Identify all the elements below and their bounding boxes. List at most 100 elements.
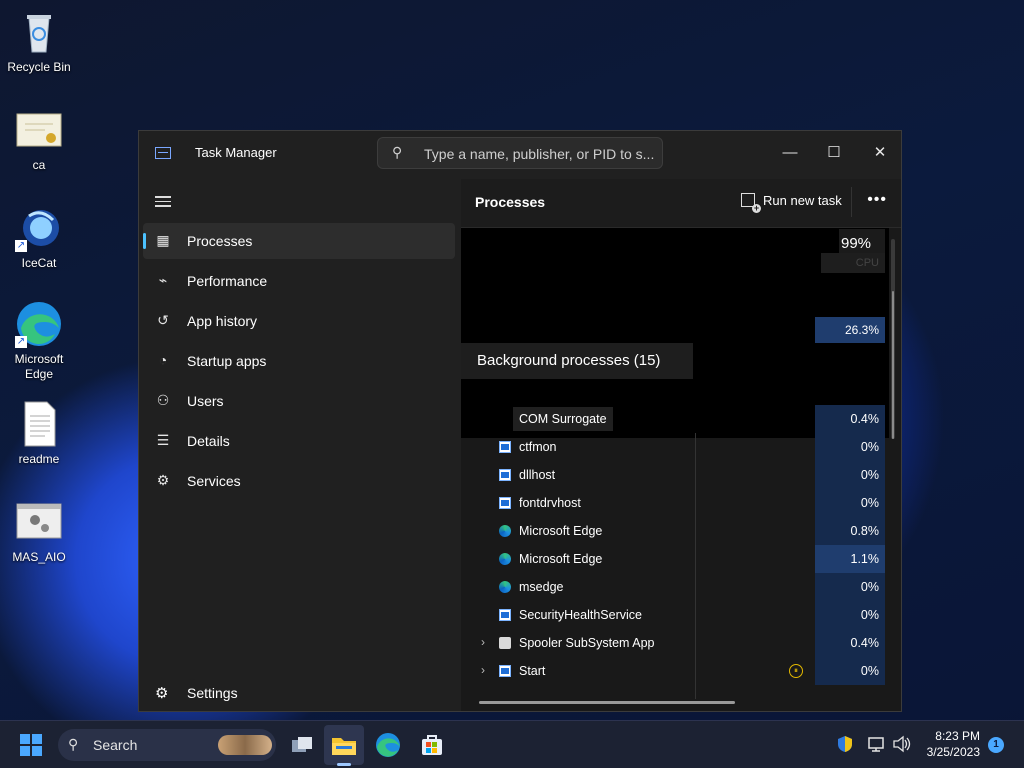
gear-icon: ⚙	[155, 685, 169, 702]
nav-item-label: App history	[187, 313, 258, 329]
hamburger-menu-icon[interactable]	[155, 193, 171, 210]
network-icon[interactable]	[868, 735, 886, 757]
chevron-right-icon[interactable]: ›	[481, 663, 485, 677]
process-name: ctfmon	[519, 440, 557, 454]
process-name: COM Surrogate	[513, 407, 613, 431]
table-row[interactable]: Microsoft Edge 0.8%	[461, 517, 889, 545]
active-app-indicator	[337, 763, 351, 766]
recycle-bin-icon	[15, 8, 63, 56]
history-icon: ↺	[157, 312, 169, 328]
security-shield-icon[interactable]	[836, 735, 854, 757]
file-explorer-icon[interactable]	[330, 731, 358, 759]
window-app-icon	[499, 665, 511, 677]
window-app-icon	[499, 469, 511, 481]
nav-item-label: Startup apps	[187, 353, 267, 369]
chevron-right-icon[interactable]: ›	[481, 635, 485, 649]
desktop-icon-ca[interactable]: ca	[6, 106, 72, 173]
table-row[interactable]: SecurityHealthService 0%	[461, 601, 889, 629]
table-row[interactable]: › Spooler SubSystem App 0.4%	[461, 629, 889, 657]
printer-icon	[499, 637, 511, 649]
taskbar-search[interactable]: ⚲ Search	[58, 729, 276, 761]
title-bar[interactable]: Task Manager ⚲ Type a name, publisher, o…	[139, 131, 901, 177]
edge-icon	[499, 581, 511, 593]
table-row[interactable]: › Start ⏸ 0%	[461, 657, 889, 685]
nav-item-details[interactable]: ☰ Details	[143, 423, 455, 459]
table-row[interactable]: ctfmon 0%	[461, 433, 889, 461]
nav-item-label: Processes	[187, 233, 253, 249]
edge-icon: ↗	[15, 300, 63, 348]
nav-item-processes[interactable]: ▦ Processes	[143, 223, 455, 259]
process-name: Start	[519, 664, 546, 678]
pane-header: Processes Run new task •••	[461, 179, 901, 228]
process-name: Microsoft Edge	[519, 552, 603, 566]
cpu-cell: 0.8%	[815, 517, 885, 545]
nav-item-startup-apps[interactable]: ◔ Startup apps	[143, 343, 455, 379]
desktop-icon-mas-aio[interactable]: MAS_AIO	[6, 498, 72, 565]
table-row[interactable]: msedge 0%	[461, 573, 889, 601]
nav-item-label: Users	[187, 393, 224, 409]
taskbar: ⚲ Search 8:23 PM 3/25/2023 1	[0, 720, 1024, 768]
search-highlight-image	[218, 735, 272, 755]
minimize-button[interactable]: —	[775, 139, 805, 167]
vertical-scrollbar[interactable]	[891, 239, 895, 439]
window-app-icon	[499, 497, 511, 509]
table-row[interactable]: dllhost 0%	[461, 461, 889, 489]
task-manager-icon	[155, 147, 171, 159]
search-input[interactable]: ⚲ Type a name, publisher, or PID to s...	[377, 137, 663, 169]
table-row[interactable]: COM Surrogate 0.4%	[461, 405, 889, 433]
nav-item-label: Services	[187, 473, 241, 489]
suspended-status-icon: ⏸	[789, 664, 803, 678]
run-task-icon	[741, 193, 761, 213]
certificate-icon	[15, 106, 63, 154]
cpu-total-percent: 99%	[841, 235, 872, 252]
start-button[interactable]	[20, 734, 42, 756]
nav-item-users[interactable]: ⚇ Users	[143, 383, 455, 419]
cpu-cell: 0.4%	[815, 405, 885, 433]
more-options-button[interactable]: •••	[867, 191, 887, 209]
cpu-cell: 0%	[815, 433, 885, 461]
nav-item-app-history[interactable]: ↺ App history	[143, 303, 455, 339]
horizontal-scrollbar[interactable]	[479, 701, 735, 704]
volume-icon[interactable]	[892, 735, 912, 757]
desktop-icon-icecat[interactable]: ↗ IceCat	[6, 204, 72, 271]
desktop-icon-recycle-bin[interactable]: Recycle Bin	[6, 8, 72, 75]
details-icon: ☰	[156, 432, 170, 448]
desktop-icon-readme[interactable]: readme	[6, 400, 72, 467]
nav-item-performance[interactable]: ⌁ Performance	[143, 263, 455, 299]
microsoft-store-icon[interactable]	[418, 731, 446, 759]
edge-icon[interactable]	[374, 731, 402, 759]
clock-time: 8:23 PM	[935, 729, 980, 743]
page-title: Processes	[475, 194, 546, 210]
text-file-icon	[15, 400, 63, 448]
close-button[interactable]: ✕	[865, 139, 895, 167]
table-row[interactable]: Microsoft Edge 1.1%	[461, 545, 889, 573]
search-icon: ⚲	[68, 736, 79, 752]
section-header-background-processes[interactable]: Background processes (15)	[461, 343, 693, 379]
processes-pane: Processes Run new task ••• 99% CPU 26.3%…	[461, 179, 901, 711]
cpu-cell-highlight: 26.3%	[815, 317, 885, 343]
desktop-icon-label: IceCat	[21, 256, 57, 270]
run-new-task-button[interactable]: Run new task	[741, 193, 842, 213]
nav-item-settings[interactable]: ⚙ Settings	[143, 675, 455, 711]
process-name: dllhost	[519, 468, 556, 482]
icecat-icon: ↗	[15, 204, 63, 252]
system-clock[interactable]: 8:23 PM 3/25/2023	[920, 728, 980, 760]
edge-icon	[499, 525, 511, 537]
sidebar-nav: ▦ Processes ⌁ Performance ↺ App history …	[143, 223, 455, 503]
cpu-cell: 0%	[815, 573, 885, 601]
nav-item-label: Details	[187, 433, 230, 449]
cpu-cell: 0.4%	[815, 629, 885, 657]
maximize-button[interactable]: ☐	[819, 139, 849, 167]
notification-badge[interactable]: 1	[988, 737, 1004, 753]
shortcut-arrow-icon: ↗	[15, 336, 27, 348]
nav-item-services[interactable]: ⚙ Services	[143, 463, 455, 499]
process-name: Spooler SubSystem App	[519, 636, 655, 650]
processes-icon: ▦	[156, 232, 170, 248]
desktop-icon-microsoft-edge[interactable]: ↗ Microsoft Edge	[6, 300, 72, 382]
task-view-icon[interactable]	[288, 731, 316, 759]
table-row[interactable]: fontdrvhost 0%	[461, 489, 889, 517]
search-icon: ⚲	[392, 144, 403, 160]
desktop-icon-label: readme	[18, 452, 60, 466]
clock-date: 3/25/2023	[926, 745, 980, 759]
desktop-icon-label: Recycle Bin	[7, 60, 71, 74]
